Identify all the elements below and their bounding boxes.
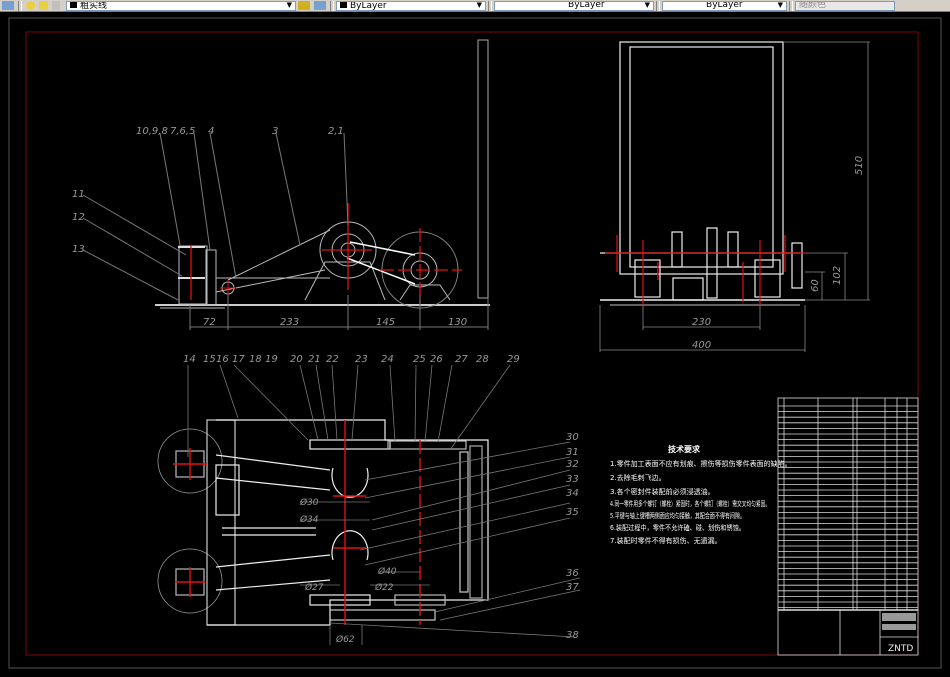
balloon-label: 21: [308, 354, 321, 365]
color-dropdown[interactable]: ByLayer ▼: [336, 0, 486, 11]
balloon-label: 26: [430, 354, 443, 365]
lock-icon[interactable]: [52, 1, 60, 10]
lineweight-value: ByLayer: [706, 0, 743, 10]
dimension-text: 102: [832, 266, 843, 285]
dimension-text: 510: [854, 156, 865, 175]
balloon-label: 13: [72, 244, 85, 255]
cad-drawing: 10,9,8 7,6,5 4 3 2,1 11 12 13 72 233 145…: [8, 17, 942, 669]
top-view: [157, 364, 581, 645]
balloon-label: 3: [272, 126, 278, 137]
balloon-label: 19: [265, 354, 278, 365]
dimension-text: Ø40: [377, 566, 397, 577]
dimension-text: 145: [376, 317, 395, 328]
tech-req-item: 5.平键与轴上键槽两侧面应均匀接触，其配合面不得有间隙。: [610, 511, 745, 520]
dimension-text: 233: [280, 317, 299, 328]
side-view: [82, 39, 490, 330]
dimension-text: Ø27: [304, 582, 324, 593]
dimension-text: Ø22: [374, 582, 394, 593]
balloon-label: 37: [566, 582, 579, 593]
tech-req-title: 技术要求: [668, 444, 701, 454]
lineweight-dropdown[interactable]: ByLayer ▼: [662, 0, 787, 11]
drawing-code: ZNTD: [888, 644, 913, 654]
balloon-label: 4: [208, 126, 214, 137]
layer-name: 粗实线: [80, 0, 108, 11]
separator: [656, 0, 660, 11]
balloon-label: 18: [249, 354, 262, 365]
balloon-label: 23: [355, 354, 368, 365]
top-view-diameters: Ø30 Ø34 Ø40 Ø27 Ø22 Ø62: [299, 497, 397, 645]
dimension-text: 130: [448, 317, 467, 328]
balloon-label: 31: [566, 447, 579, 458]
title-block: ZNTD: [882, 613, 916, 654]
balloon-label: 24: [381, 354, 394, 365]
sheet-outer-border: [8, 17, 942, 669]
make-current-layer-icon[interactable]: [298, 1, 310, 10]
balloon-label: 14: [183, 354, 196, 365]
plotstyle-dropdown[interactable]: 随颜色: [795, 0, 895, 11]
dimension-text: 72: [203, 317, 216, 328]
balloon-label: 20: [290, 354, 303, 365]
tech-req-item: 6.装配过程中，零件不允许磕、碰、划伤和锈蚀。: [610, 523, 745, 532]
balloon-label: 15: [203, 354, 216, 365]
properties-toolbar: 粗实线 ▼ ByLayer ▼ ByLayer ▼ ByLayer ▼ 随颜色: [0, 0, 950, 12]
balloon-label: 35: [566, 507, 579, 518]
drawing-title-block: [882, 624, 916, 630]
chevron-down-icon: ▼: [644, 1, 650, 10]
dimension-text: 60: [810, 279, 821, 292]
balloon-label: 33: [566, 474, 579, 485]
separator: [488, 0, 492, 11]
chevron-down-icon: ▼: [286, 1, 292, 10]
balloon-label: 25: [413, 354, 426, 365]
balloon-label: 34: [566, 488, 579, 499]
side-view-labels: 10,9,8 7,6,5 4 3 2,1 11 12 13 72 233 145…: [72, 126, 467, 328]
separator: [330, 0, 334, 11]
balloon-label: 7,6,5: [170, 126, 195, 137]
tech-req-item: 2.去除毛刺飞边。: [610, 473, 666, 482]
layer-manager-icon[interactable]: [2, 1, 14, 10]
chevron-down-icon: ▼: [777, 1, 783, 10]
dimension-text: Ø30: [299, 497, 319, 508]
dimension-text: Ø62: [335, 634, 355, 645]
chevron-down-icon: ▼: [476, 1, 482, 10]
balloon-label: 27: [455, 354, 468, 365]
balloon-label: 10,9,8: [136, 126, 168, 137]
balloon-label: 30: [566, 432, 579, 443]
layer-previous-icon[interactable]: [314, 1, 326, 10]
school-name-block: [882, 613, 916, 621]
color-swatch: [340, 1, 347, 8]
plotstyle-value: 随颜色: [799, 0, 827, 10]
dimension-text: Ø34: [299, 514, 319, 525]
front-view: [599, 41, 870, 352]
drawing-canvas[interactable]: 10,9,8 7,6,5 4 3 2,1 11 12 13 72 233 145…: [0, 12, 950, 673]
layer-color-swatch: [70, 1, 77, 8]
separator: [18, 0, 22, 11]
balloon-label: 36: [566, 568, 579, 579]
technical-requirements: 技术要求 1.零件加工表面不应有划痕、擦伤等损伤零件表面的缺陷。 2.去除毛刺飞…: [610, 444, 792, 545]
separator: [789, 0, 793, 11]
balloon-label: 38: [566, 630, 579, 641]
balloon-label: 32: [566, 459, 579, 470]
balloon-label: 12: [72, 212, 85, 223]
balloon-label: 11: [72, 189, 85, 200]
balloon-label: 17: [232, 354, 245, 365]
balloon-label: 22: [326, 354, 339, 365]
balloon-label: 2,1: [328, 126, 344, 137]
sun-icon[interactable]: [39, 1, 48, 10]
layer-dropdown[interactable]: 粗实线 ▼: [66, 0, 296, 11]
tech-req-item: 4.同一零件用多个螺钉（螺栓）紧固时，各个螺钉（螺栓）需交叉均匀紧固。: [610, 499, 770, 508]
balloon-label: 28: [476, 354, 489, 365]
tech-req-item: 1.零件加工表面不应有划痕、擦伤等损伤零件表面的缺陷。: [610, 459, 792, 468]
tech-req-item: 3.各个密封件装配前必须浸透油。: [610, 487, 715, 496]
balloon-label: 29: [507, 354, 520, 365]
linetype-dropdown[interactable]: ByLayer ▼: [494, 0, 654, 11]
linetype-value: ByLayer: [568, 0, 605, 10]
color-value: ByLayer: [350, 0, 387, 11]
balloon-label: 16: [216, 354, 229, 365]
dimension-text: 230: [692, 317, 711, 328]
top-view-balloons: 14 15 16 17 18 19 20 21 22 23 24 25 26 2…: [183, 354, 579, 641]
lightbulb-icon[interactable]: [26, 1, 35, 10]
dimension-text: 400: [692, 340, 711, 351]
tech-req-item: 7.装配时零件不得有损伤、无遗漏。: [610, 536, 722, 545]
